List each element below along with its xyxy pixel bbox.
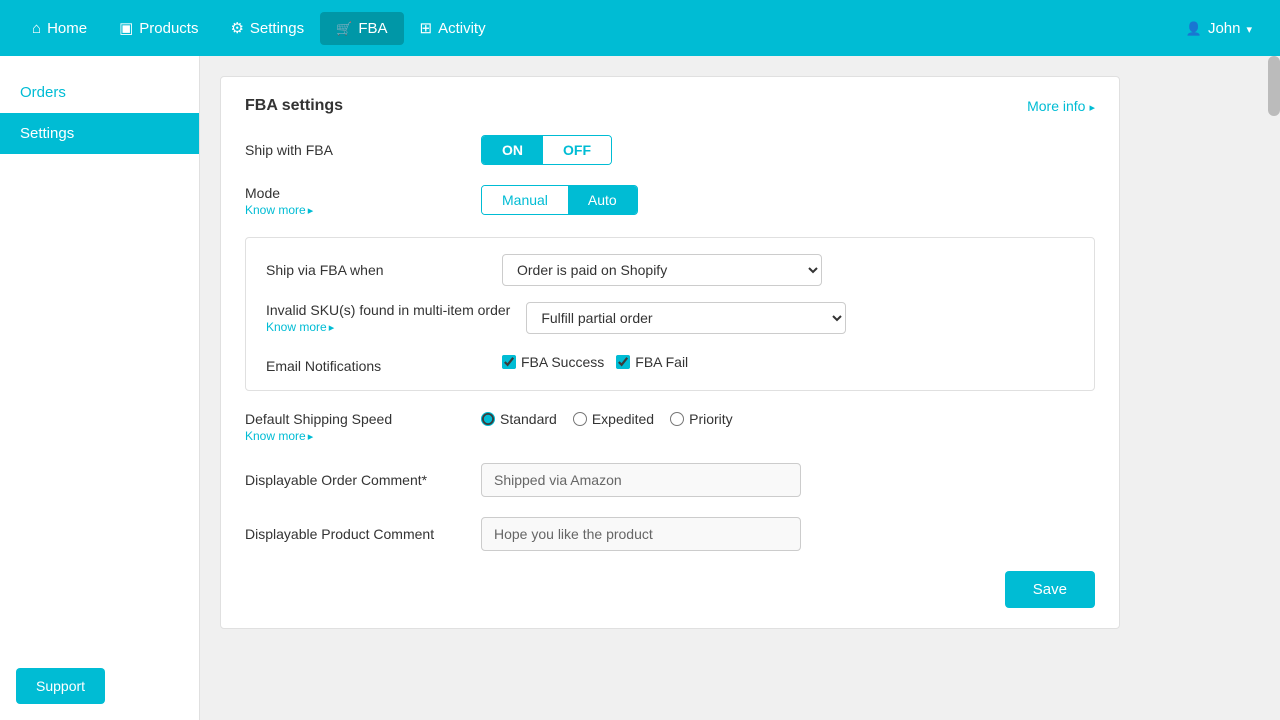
invalid-sku-know-more[interactable]: Know more bbox=[266, 320, 510, 334]
scrollbar-track bbox=[1268, 56, 1280, 720]
more-info-link[interactable]: More info bbox=[1027, 98, 1095, 114]
invalid-sku-select[interactable]: Fulfill partial orderDon't fulfill bbox=[526, 302, 846, 334]
order-comment-row: Displayable Order Comment* bbox=[245, 463, 1095, 497]
products-icon bbox=[119, 19, 133, 37]
user-dropdown-chevron bbox=[1246, 20, 1252, 37]
mode-label-block: Mode Know more bbox=[245, 185, 465, 217]
shipping-speed-know-more-text: Know more bbox=[245, 429, 306, 443]
main-layout: Orders Settings FBA settings More info S… bbox=[0, 56, 1280, 720]
shipping-speed-know-more[interactable]: Know more bbox=[245, 429, 465, 443]
fba-success-checkbox-label[interactable]: FBA Success bbox=[502, 354, 604, 370]
shipping-speed-radios: Standard Expedited Priority bbox=[481, 411, 733, 427]
radio-standard-label[interactable]: Standard bbox=[481, 411, 557, 427]
radio-priority-label[interactable]: Priority bbox=[670, 411, 733, 427]
radio-priority-text: Priority bbox=[689, 411, 733, 427]
nav-products-label: Products bbox=[139, 20, 198, 37]
ship-via-fba-select[interactable]: Order is paid on ShopifyOrder is created… bbox=[502, 254, 822, 286]
sub-panel: Ship via FBA when Order is paid on Shopi… bbox=[245, 237, 1095, 391]
radio-standard-text: Standard bbox=[500, 411, 557, 427]
nav-settings-label: Settings bbox=[250, 20, 304, 37]
toggle-on-button[interactable]: ON bbox=[482, 136, 543, 164]
home-icon bbox=[32, 20, 41, 37]
nav-home[interactable]: Home bbox=[16, 12, 103, 45]
email-notifications-checkboxes: FBA Success FBA Fail bbox=[502, 350, 688, 370]
order-comment-label: Displayable Order Comment* bbox=[245, 472, 465, 488]
shipping-speed-label: Default Shipping Speed bbox=[245, 411, 465, 427]
mode-row: Mode Know more Manual Auto bbox=[245, 185, 1095, 217]
shipping-speed-label-block: Default Shipping Speed Know more bbox=[245, 411, 465, 443]
ship-via-fba-row: Ship via FBA when Order is paid on Shopi… bbox=[266, 254, 1074, 286]
more-info-chevron bbox=[1089, 98, 1095, 114]
mode-know-more-chevron bbox=[308, 203, 314, 217]
activity-grid-icon bbox=[420, 19, 433, 37]
user-menu[interactable]: John bbox=[1174, 12, 1264, 45]
ship-with-fba-label: Ship with FBA bbox=[245, 142, 465, 158]
fba-fail-checkbox-label[interactable]: FBA Fail bbox=[616, 354, 688, 370]
save-button[interactable]: Save bbox=[1005, 571, 1095, 608]
sidebar-item-settings[interactable]: Settings bbox=[0, 113, 199, 154]
nav-fba[interactable]: FBA bbox=[320, 12, 403, 45]
fba-success-checkbox[interactable] bbox=[502, 355, 516, 369]
shipping-speed-row: Default Shipping Speed Know more Standar… bbox=[245, 411, 1095, 443]
nav-activity[interactable]: Activity bbox=[404, 11, 502, 45]
main-content: FBA settings More info Ship with FBA ON … bbox=[200, 56, 1280, 720]
nav-products[interactable]: Products bbox=[103, 11, 214, 45]
sidebar-settings-label: Settings bbox=[20, 125, 74, 142]
fba-fail-text: FBA Fail bbox=[635, 354, 688, 370]
mode-label: Mode bbox=[245, 185, 465, 201]
product-comment-row: Displayable Product Comment bbox=[245, 517, 1095, 551]
more-info-text: More info bbox=[1027, 98, 1085, 114]
radio-standard[interactable] bbox=[481, 412, 495, 426]
invalid-sku-row: Invalid SKU(s) found in multi-item order… bbox=[266, 302, 1074, 334]
toggle-off-button[interactable]: OFF bbox=[543, 136, 611, 164]
nav-activity-label: Activity bbox=[438, 20, 486, 37]
shipping-speed-chevron bbox=[308, 429, 314, 443]
settings-panel: FBA settings More info Ship with FBA ON … bbox=[220, 76, 1120, 629]
nav-settings[interactable]: Settings bbox=[214, 11, 320, 45]
sidebar: Orders Settings bbox=[0, 56, 200, 720]
mode-know-more[interactable]: Know more bbox=[245, 203, 465, 217]
sidebar-orders-label: Orders bbox=[20, 84, 66, 101]
radio-priority[interactable] bbox=[670, 412, 684, 426]
scrollbar-thumb bbox=[1268, 56, 1280, 116]
mode-auto-button[interactable]: Auto bbox=[568, 186, 637, 214]
nav-home-label: Home bbox=[47, 20, 87, 37]
ship-fba-toggle: ON OFF bbox=[481, 135, 612, 165]
invalid-sku-label: Invalid SKU(s) found in multi-item order bbox=[266, 302, 510, 318]
user-icon bbox=[1186, 20, 1202, 37]
mode-manual-button[interactable]: Manual bbox=[482, 186, 568, 214]
support-button[interactable]: Support bbox=[16, 668, 105, 704]
top-navigation: Home Products Settings FBA Activity John bbox=[0, 0, 1280, 56]
ship-with-fba-row: Ship with FBA ON OFF bbox=[245, 135, 1095, 165]
product-comment-label: Displayable Product Comment bbox=[245, 526, 465, 542]
radio-expedited[interactable] bbox=[573, 412, 587, 426]
product-comment-input[interactable] bbox=[481, 517, 801, 551]
fba-fail-checkbox[interactable] bbox=[616, 355, 630, 369]
user-name: John bbox=[1208, 20, 1241, 37]
invalid-sku-chevron bbox=[329, 320, 335, 334]
nav-fba-label: FBA bbox=[358, 20, 387, 37]
fba-cart-icon bbox=[336, 20, 352, 37]
order-comment-input[interactable] bbox=[481, 463, 801, 497]
radio-expedited-label[interactable]: Expedited bbox=[573, 411, 654, 427]
save-button-row: Save bbox=[245, 571, 1095, 608]
invalid-sku-label-block: Invalid SKU(s) found in multi-item order… bbox=[266, 302, 510, 334]
fba-success-text: FBA Success bbox=[521, 354, 604, 370]
ship-via-fba-label: Ship via FBA when bbox=[266, 254, 486, 278]
mode-know-more-text: Know more bbox=[245, 203, 306, 217]
email-notifications-label: Email Notifications bbox=[266, 350, 486, 374]
email-notifications-row: Email Notifications FBA Success FBA Fail bbox=[266, 350, 1074, 374]
panel-title: FBA settings bbox=[245, 97, 343, 115]
panel-header: FBA settings More info bbox=[245, 97, 1095, 115]
radio-expedited-text: Expedited bbox=[592, 411, 654, 427]
invalid-sku-know-more-text: Know more bbox=[266, 320, 327, 334]
sidebar-item-orders[interactable]: Orders bbox=[0, 72, 199, 113]
settings-icon bbox=[230, 19, 243, 37]
mode-toggle: Manual Auto bbox=[481, 185, 638, 215]
